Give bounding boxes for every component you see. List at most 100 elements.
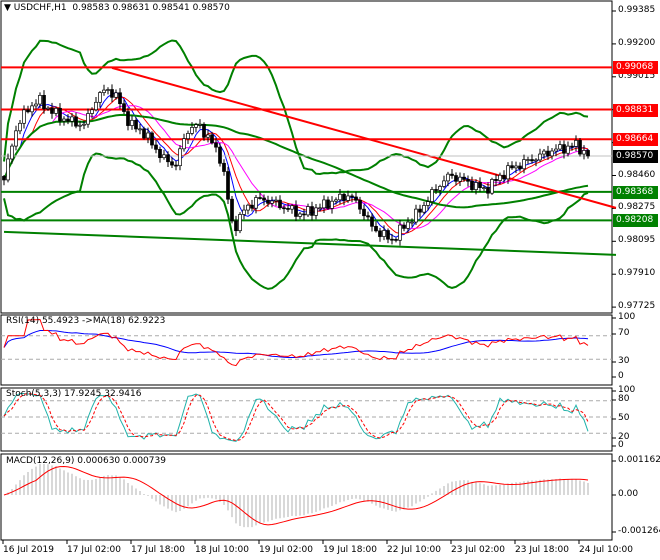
bear-candle bbox=[50, 107, 54, 114]
bull-candle bbox=[446, 173, 450, 182]
bull-candle bbox=[186, 133, 190, 140]
bull-candle bbox=[238, 214, 242, 232]
bull-candle bbox=[526, 159, 530, 161]
bull-candle bbox=[190, 127, 194, 134]
price-axis-label: 0.98275 bbox=[618, 202, 656, 213]
bull-candle bbox=[274, 199, 278, 202]
bull-candle bbox=[382, 230, 386, 237]
bear-candle bbox=[502, 174, 506, 180]
bear-candle bbox=[350, 195, 354, 198]
bear-candle bbox=[286, 208, 290, 210]
bull-candle bbox=[194, 124, 198, 128]
resistance-level-tag: 0.98831 bbox=[613, 103, 658, 117]
bear-candle bbox=[358, 199, 362, 210]
bull-candle bbox=[182, 138, 186, 150]
time-axis-label: 23 Jul 02:00 bbox=[451, 545, 505, 555]
bull-candle bbox=[506, 165, 510, 180]
bull-candle bbox=[498, 174, 502, 181]
bull-candle bbox=[430, 189, 434, 202]
bull-candle bbox=[322, 199, 326, 209]
bull-candle bbox=[538, 153, 542, 161]
moving-average-60 bbox=[3, 113, 589, 209]
close-value: 0.98570 bbox=[192, 3, 230, 13]
bear-candle bbox=[366, 215, 370, 218]
bull-candle bbox=[574, 140, 578, 147]
time-axis-label: 17 Jul 18:00 bbox=[131, 545, 185, 555]
bear-candle bbox=[466, 179, 470, 182]
bear-candle bbox=[214, 142, 218, 148]
bull-candle bbox=[86, 113, 90, 125]
bear-candle bbox=[354, 196, 358, 201]
collapse-triangle-icon[interactable]: ▼ bbox=[4, 3, 11, 13]
bear-candle bbox=[310, 206, 314, 216]
bear-candle bbox=[230, 198, 234, 222]
bear-candle bbox=[450, 173, 454, 176]
bull-candle bbox=[82, 123, 86, 126]
bear-candle bbox=[118, 92, 122, 105]
support-level-tag: 0.98368 bbox=[613, 185, 658, 199]
bear-candle bbox=[2, 176, 6, 181]
bull-candle bbox=[46, 107, 50, 110]
stoch-axis-label: 80 bbox=[618, 394, 630, 404]
rsi-axis-label: 70 bbox=[618, 328, 630, 338]
price-axis-label: 0.98460 bbox=[618, 169, 656, 180]
macd-axis-label: 0.001162 bbox=[618, 455, 660, 465]
symbol-label: USDCHF,H1 bbox=[13, 3, 67, 13]
time-axis-label: 17 Jul 02:00 bbox=[67, 545, 121, 555]
bear-candle bbox=[342, 193, 346, 201]
bear-candle bbox=[546, 150, 550, 157]
bear-candle bbox=[278, 199, 282, 209]
macd-axis-label: 0.00 bbox=[618, 489, 639, 499]
bull-candle bbox=[14, 130, 18, 147]
resistance-level-tag: 0.99068 bbox=[613, 61, 658, 75]
bear-candle bbox=[434, 189, 438, 191]
bear-candle bbox=[394, 239, 398, 241]
bear-candle bbox=[110, 89, 114, 98]
bull-candle bbox=[106, 89, 110, 91]
bull-candle bbox=[30, 105, 34, 113]
bull-candle bbox=[330, 200, 334, 209]
time-axis-label: 19 Jul 02:00 bbox=[259, 545, 313, 555]
bear-candle bbox=[58, 107, 62, 122]
bear-candle bbox=[386, 230, 390, 240]
time-axis-label: 24 Jul 10:00 bbox=[579, 545, 633, 555]
bear-candle bbox=[462, 176, 466, 180]
chart-header: ▼ USDCHF,H1 0.98583 0.98631 0.98541 0.98… bbox=[4, 3, 230, 14]
bear-candle bbox=[578, 140, 582, 155]
bear-candle bbox=[326, 199, 330, 209]
bear-candle bbox=[154, 144, 158, 150]
price-axis-label: 0.99200 bbox=[618, 37, 656, 48]
bull-candle bbox=[482, 187, 486, 189]
support-level-tag: 0.98208 bbox=[613, 214, 658, 228]
bear-candle bbox=[486, 187, 490, 194]
bear-candle bbox=[174, 164, 178, 167]
bear-candle bbox=[142, 128, 146, 139]
bull-candle bbox=[426, 201, 430, 206]
high-value: 0.98631 bbox=[112, 3, 150, 13]
bull-candle bbox=[94, 101, 98, 111]
bull-candle bbox=[438, 186, 442, 191]
bear-candle bbox=[134, 119, 138, 130]
bull-candle bbox=[550, 150, 554, 157]
time-axis-label: 16 Jul 2019 bbox=[3, 545, 54, 555]
bear-candle bbox=[530, 159, 534, 162]
bull-candle bbox=[414, 208, 418, 223]
bull-candle bbox=[490, 179, 494, 194]
bear-candle bbox=[390, 238, 394, 241]
bull-candle bbox=[522, 159, 526, 170]
bull-candle bbox=[558, 144, 562, 150]
bull-candle bbox=[290, 205, 294, 210]
current-price-tag: 0.98570 bbox=[613, 149, 658, 163]
bull-candle bbox=[314, 207, 318, 216]
bull-candle bbox=[34, 103, 38, 107]
bear-candle bbox=[158, 148, 162, 159]
chart-canvas[interactable] bbox=[0, 0, 660, 560]
bull-candle bbox=[442, 180, 446, 187]
time-axis-label: 23 Jul 18:00 bbox=[515, 545, 569, 555]
bull-candle bbox=[146, 132, 150, 139]
bull-candle bbox=[318, 207, 322, 210]
bull-candle bbox=[102, 89, 106, 93]
bull-candle bbox=[566, 145, 570, 154]
price-axis-label: 0.97725 bbox=[618, 301, 656, 312]
bull-candle bbox=[38, 95, 42, 105]
